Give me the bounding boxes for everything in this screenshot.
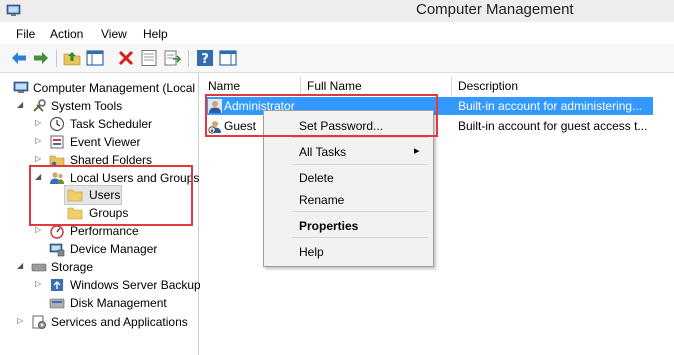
- disk-management-icon: [49, 298, 65, 309]
- column-divider[interactable]: [300, 77, 301, 95]
- tree-label: Event Viewer: [70, 135, 141, 149]
- menu-item-delete[interactable]: Delete: [299, 171, 334, 185]
- tree-item-windows-server-backup[interactable]: ▷ Windows Server Backup: [0, 276, 201, 294]
- forward-arrow-icon[interactable]: [32, 49, 50, 67]
- tree-label: Disk Management: [70, 296, 167, 310]
- menu-separator: [292, 237, 428, 238]
- tools-icon: [33, 99, 46, 112]
- tree-item-services-and-applications[interactable]: ▷ Services and Applications: [0, 313, 198, 331]
- column-header-full-name[interactable]: Full Name: [307, 79, 362, 93]
- menu-item-all-tasks[interactable]: All Tasks: [299, 145, 346, 159]
- menu-bar: File Action View Help: [0, 22, 674, 44]
- menu-item-rename[interactable]: Rename: [299, 193, 344, 207]
- clock-icon: [49, 116, 65, 132]
- expand-arrow-icon[interactable]: ▷: [17, 317, 25, 325]
- expand-arrow-icon[interactable]: ▷: [35, 137, 43, 145]
- menu-view[interactable]: View: [101, 27, 127, 41]
- menu-action[interactable]: Action: [50, 27, 83, 41]
- show-hide-action-pane-icon[interactable]: [219, 49, 237, 67]
- toolbar-separator: [188, 50, 189, 67]
- tree-label: Windows Server Backup: [70, 278, 201, 292]
- device-manager-icon: [49, 243, 65, 257]
- computer-management-icon[interactable]: [6, 3, 21, 18]
- services-icon: [32, 315, 46, 329]
- show-hide-tree-icon[interactable]: [86, 49, 104, 67]
- storage-icon: [31, 263, 47, 272]
- annotation-highlight-box: [205, 94, 438, 137]
- tree-label: Performance: [70, 224, 139, 238]
- expand-arrow-icon[interactable]: ▷: [35, 280, 43, 288]
- tree-label: Computer Management (Local: [33, 81, 196, 95]
- navigation-tree[interactable]: Computer Management (Local ◢ System Tool…: [0, 73, 201, 355]
- svg-text:?: ?: [201, 52, 209, 67]
- annotation-highlight-box: [29, 165, 193, 226]
- tree-item-event-viewer[interactable]: ▷ Event Viewer: [0, 133, 198, 151]
- expand-arrow-icon[interactable]: ▷: [35, 119, 43, 127]
- menu-separator: [292, 211, 428, 212]
- column-header-description[interactable]: Description: [458, 79, 518, 93]
- menu-file[interactable]: File: [16, 27, 35, 41]
- tree-item-computer-management[interactable]: Computer Management (Local: [0, 79, 198, 97]
- menu-separator: [292, 137, 428, 138]
- user-description: Built-in account for administering...: [458, 99, 643, 113]
- up-folder-icon[interactable]: [63, 49, 81, 67]
- tree-item-system-tools[interactable]: ◢ System Tools: [0, 97, 198, 115]
- expand-arrow-icon[interactable]: ▷: [35, 226, 43, 234]
- title-bar: Computer Management: [0, 0, 674, 22]
- user-description: Built-in account for guest access t...: [458, 119, 648, 133]
- export-list-icon[interactable]: [163, 49, 181, 67]
- help-icon[interactable]: ?: [196, 49, 214, 67]
- window-title: Computer Management: [416, 1, 574, 18]
- menu-item-help[interactable]: Help: [299, 245, 324, 259]
- backup-icon: [51, 279, 63, 291]
- tree-item-task-scheduler[interactable]: ▷ Task Scheduler: [0, 115, 198, 133]
- submenu-arrow-icon: ▸: [414, 145, 420, 157]
- collapse-arrow-icon[interactable]: ◢: [17, 262, 25, 270]
- computer-management-icon: [13, 81, 29, 93]
- tree-label: Task Scheduler: [70, 117, 153, 131]
- tree-item-disk-management[interactable]: Disk Management: [0, 294, 198, 312]
- menu-help[interactable]: Help: [143, 27, 168, 41]
- collapse-arrow-icon[interactable]: ◢: [17, 101, 25, 109]
- menu-separator: [292, 164, 428, 165]
- properties-icon[interactable]: [140, 49, 158, 67]
- tree-label: Services and Applications: [51, 315, 188, 329]
- tree-label: Storage: [51, 260, 94, 274]
- column-divider[interactable]: [451, 77, 452, 95]
- column-header-name[interactable]: Name: [208, 79, 240, 93]
- event-viewer-icon: [50, 135, 64, 149]
- menu-item-properties[interactable]: Properties: [299, 219, 358, 233]
- expand-arrow-icon[interactable]: ▷: [35, 155, 43, 163]
- tree-item-storage[interactable]: ◢ Storage: [0, 258, 198, 276]
- back-arrow-icon[interactable]: [10, 49, 28, 67]
- tree-item-device-manager[interactable]: Device Manager: [0, 240, 198, 258]
- delete-icon[interactable]: [117, 49, 135, 67]
- tree-label: System Tools: [51, 99, 123, 113]
- tree-label: Device Manager: [70, 242, 158, 256]
- toolbar-separator: [56, 50, 57, 67]
- toolbar: ?: [0, 44, 674, 73]
